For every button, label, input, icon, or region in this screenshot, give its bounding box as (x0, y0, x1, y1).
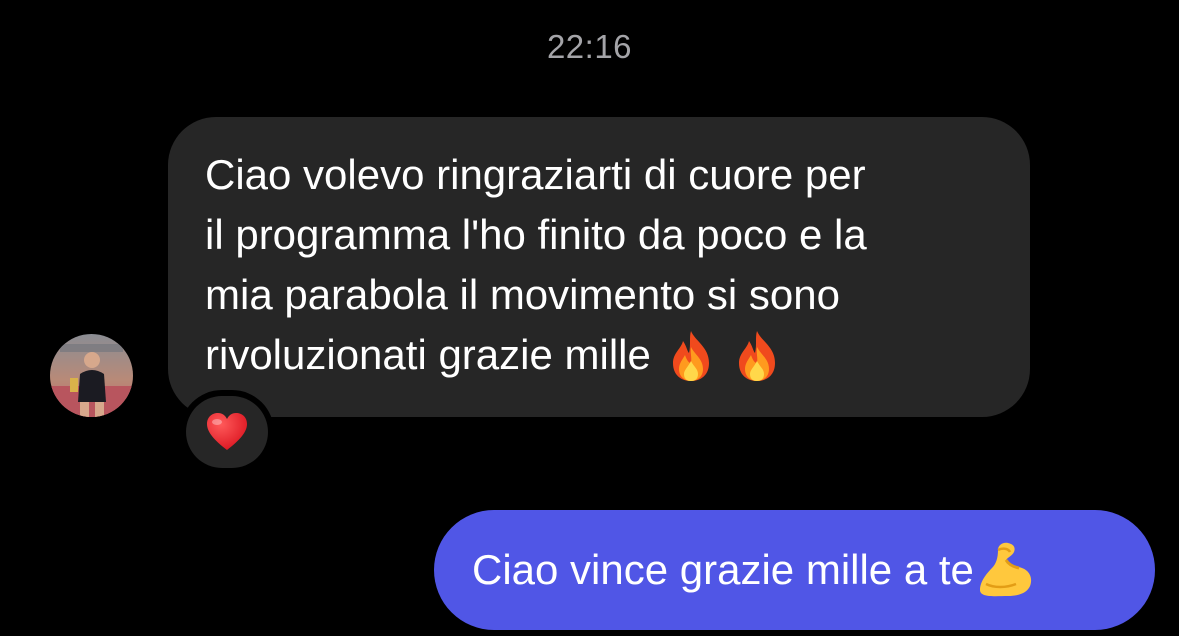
message-line-last: rivoluzionati grazie mille (205, 325, 1000, 385)
fire-emoji-icon (731, 325, 783, 385)
outgoing-message-text: Ciao vince grazie mille a te (472, 546, 974, 593)
message-line: mia parabola il movimento si sono (205, 271, 840, 318)
message-line-text: rivoluzionati grazie mille (205, 331, 651, 378)
message-timestamp: 22:16 (546, 28, 633, 65)
message-reaction[interactable] (180, 390, 274, 474)
incoming-message-bubble[interactable]: Ciao volevo ringraziarti di cuore per il… (168, 117, 1030, 417)
flexed-biceps-emoji-icon (976, 540, 1034, 600)
reaction-pill[interactable] (186, 396, 268, 468)
outgoing-message-bubble[interactable]: Ciao vince grazie mille a te (434, 510, 1155, 630)
fire-emoji-icon (665, 325, 717, 385)
heart-emoji-icon (207, 413, 247, 450)
message-line: il programma l'ho finito da poco e la (205, 211, 867, 258)
sender-avatar[interactable] (50, 334, 133, 417)
message-line: Ciao volevo ringraziarti di cuore per (205, 151, 866, 198)
